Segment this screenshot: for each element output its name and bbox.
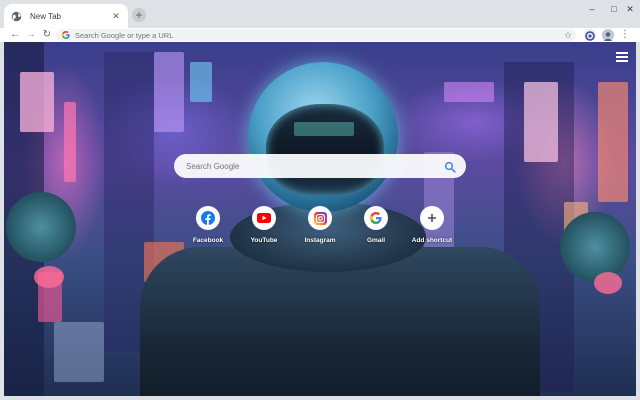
shortcut-instagram[interactable]: Instagram (292, 206, 348, 256)
shortcut-icon-wrap (364, 206, 388, 230)
shortcut-add[interactable]: Add shortcut (404, 206, 460, 256)
toolbar: ← → ↻ ☆ ⋮ (0, 28, 640, 42)
tab-new-tab[interactable]: New Tab ✕ (4, 4, 128, 28)
shortcut-icon-wrap (308, 206, 332, 230)
tab-title: New Tab (30, 11, 61, 21)
extension-icon[interactable] (584, 29, 596, 41)
reload-button[interactable]: ↻ (40, 28, 54, 42)
google-search-box[interactable] (174, 154, 466, 178)
minimize-button[interactable]: – (582, 2, 602, 16)
shortcut-gmail[interactable]: Gmail (348, 206, 404, 256)
shortcut-icon-wrap (252, 206, 276, 230)
shortcut-icon-wrap (420, 206, 444, 230)
google-g-icon (370, 212, 382, 224)
shortcut-label: Facebook (192, 237, 224, 244)
search-input[interactable] (186, 161, 436, 171)
instagram-icon (313, 211, 327, 225)
profile-avatar[interactable] (602, 29, 614, 41)
new-tab-button[interactable]: + (132, 8, 146, 22)
tab-strip: New Tab ✕ + – □ ✕ (0, 0, 640, 28)
shortcut-label: Add shortcut (411, 237, 453, 244)
google-g-icon (62, 31, 70, 39)
globe-icon (10, 10, 22, 22)
youtube-icon (257, 213, 271, 223)
omnibox-input[interactable] (75, 30, 555, 40)
chrome-menu-icon[interactable]: ⋮ (618, 28, 632, 42)
omnibox[interactable]: ☆ (56, 29, 576, 41)
bookmark-star-icon[interactable]: ☆ (564, 29, 572, 41)
forward-button[interactable]: → (24, 28, 38, 42)
facebook-icon (201, 211, 215, 225)
shortcut-icon-wrap (196, 206, 220, 230)
tab-close-icon[interactable]: ✕ (110, 10, 122, 22)
shortcut-label: Gmail (366, 237, 386, 244)
window-close-button[interactable]: ✕ (620, 2, 640, 16)
shortcut-facebook[interactable]: Facebook (180, 206, 236, 256)
new-tab-page: Facebook YouTube (4, 42, 636, 396)
search-icon[interactable] (444, 160, 456, 173)
hamburger-menu-icon[interactable] (616, 52, 628, 62)
shortcut-label: YouTube (250, 237, 278, 244)
plus-icon (428, 214, 436, 222)
shortcut-youtube[interactable]: YouTube (236, 206, 292, 256)
back-button[interactable]: ← (8, 28, 22, 42)
shortcut-label: Instagram (304, 237, 336, 244)
